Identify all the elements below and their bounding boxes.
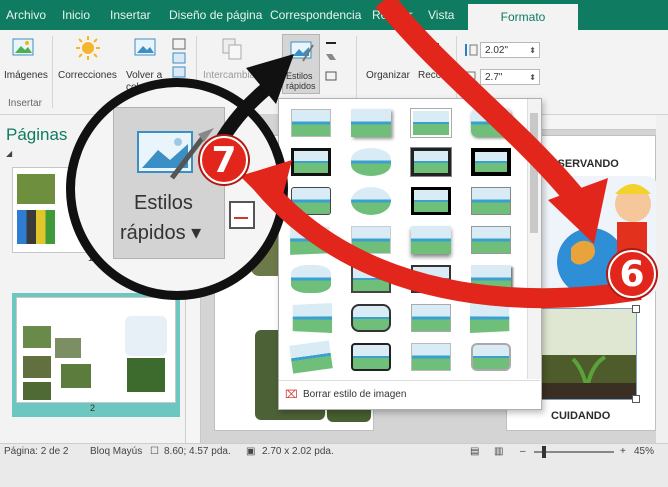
- status-size: 2.70 x 2.02 pda.: [262, 446, 334, 457]
- zoom-level: 45%: [634, 446, 655, 457]
- status-caps-lock: Bloq Mayús: [90, 446, 143, 457]
- step-7-badge: 7: [200, 136, 248, 184]
- status-size-icon: ▣: [246, 446, 256, 457]
- status-bar: Página: 2 de 2 Bloq Mayús ☐ 8.60; 4.57 p…: [0, 443, 668, 487]
- status-position: 8.60; 4.57 pda.: [164, 446, 231, 457]
- status-position-icon: ☐: [150, 446, 159, 457]
- arrow-step6: [375, 0, 583, 203]
- single-page-view-icon[interactable]: ▤: [470, 446, 479, 457]
- zoom-in-icon[interactable]: +: [620, 446, 626, 457]
- zoom-out-icon[interactable]: –: [520, 446, 526, 457]
- zoom-slider-thumb[interactable]: [542, 446, 546, 458]
- annotation-arrows: [209, 0, 642, 309]
- two-page-view-icon[interactable]: ▥: [494, 446, 503, 457]
- zoom-slider[interactable]: [534, 446, 614, 458]
- step-6-badge: 6: [608, 250, 656, 298]
- status-page-info: Página: 2 de 2: [4, 446, 69, 457]
